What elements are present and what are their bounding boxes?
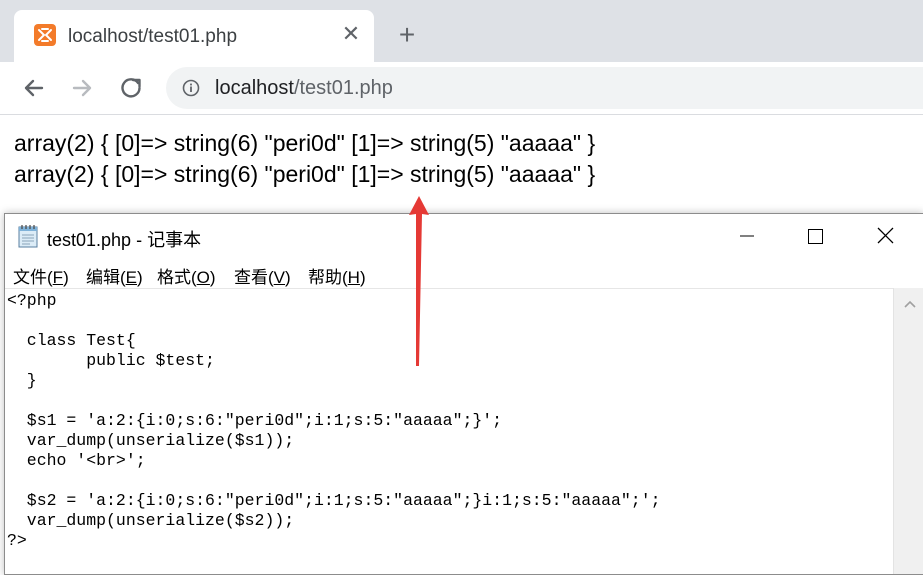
forward-arrow-icon[interactable] xyxy=(68,74,96,102)
close-tab-icon[interactable]: ✕ xyxy=(340,23,362,45)
notepad-text-area[interactable]: <?php class Test{ public $test; } $s1 = … xyxy=(5,288,893,575)
menu-help-label: 帮助( xyxy=(308,268,348,287)
menu-format[interactable]: 格式(O) xyxy=(157,263,216,288)
menu-format-label: 格式( xyxy=(157,268,197,287)
notepad-titlebar[interactable]: test01.php - 记事本 xyxy=(5,214,923,258)
code-line: echo '<br>'; xyxy=(7,451,146,470)
close-icon[interactable] xyxy=(870,222,900,250)
minimize-icon[interactable] xyxy=(732,222,762,250)
xampp-icon xyxy=(34,24,56,46)
code-line: public $test; xyxy=(7,351,215,370)
notepad-menubar: 文件(F) 编辑(E) 格式(O) 查看(V) 帮助(H) xyxy=(5,258,923,288)
menu-view-accel: V xyxy=(273,268,286,287)
menu-file-label: 文件( xyxy=(13,268,53,287)
url-text[interactable]: localhost/test01.php xyxy=(215,77,393,100)
notepad-title: test01.php - 记事本 xyxy=(47,230,202,250)
address-bar[interactable]: localhost/test01.php xyxy=(166,67,923,109)
code-line: $s1 = 'a:2:{i:0;s:6:"peri0d";i:1;s:5:"aa… xyxy=(7,411,503,430)
code-line: var_dump(unserialize($s2)); xyxy=(7,511,295,530)
menu-file-end: ) xyxy=(63,268,69,287)
back-arrow-icon[interactable] xyxy=(20,74,48,102)
browser-toolbar: localhost/test01.php xyxy=(0,62,923,115)
code-line: class Test{ xyxy=(7,331,136,350)
output-line: array(2) { [0]=> string(6) "peri0d" [1]=… xyxy=(14,130,596,156)
page-output: array(2) { [0]=> string(6) "peri0d" [1]=… xyxy=(14,128,595,190)
url-host: localhost xyxy=(215,77,294,99)
url-path: /test01.php xyxy=(293,77,393,99)
menu-help-end: ) xyxy=(359,268,366,287)
browser-tab-strip: localhost/test01.php ✕ + xyxy=(0,0,923,62)
maximize-icon[interactable] xyxy=(800,222,830,250)
code-line: <?php xyxy=(7,291,57,310)
scroll-up-arrow-icon[interactable] xyxy=(903,296,917,308)
notepad-window: test01.php - 记事本 文件(F) 编辑(E) 格式(O) 查看(V)… xyxy=(4,213,923,575)
reload-icon[interactable] xyxy=(117,74,145,102)
code-line: ?> xyxy=(7,531,27,550)
new-tab-button[interactable]: + xyxy=(394,21,420,49)
menu-file-accel: F xyxy=(52,268,64,287)
code-line: $s2 = 'a:2:{i:0;s:6:"peri0d";i:1;s:5:"aa… xyxy=(7,491,661,510)
menu-help-accel: H xyxy=(347,268,360,287)
menu-view-end: ) xyxy=(285,268,291,287)
browser-tab[interactable]: localhost/test01.php ✕ xyxy=(14,10,374,62)
menu-edit-end: ) xyxy=(137,268,143,287)
notepad-icon xyxy=(17,224,39,248)
tab-title: localhost/test01.php xyxy=(68,26,238,47)
vertical-scrollbar[interactable] xyxy=(893,288,923,574)
menu-help[interactable]: 帮助(H) xyxy=(308,263,366,288)
output-line: array(2) { [0]=> string(6) "peri0d" [1]=… xyxy=(14,161,596,187)
menu-edit[interactable]: 编辑(E) xyxy=(86,263,143,288)
code-line: } xyxy=(7,371,37,390)
menu-view-label: 查看( xyxy=(234,268,274,287)
menu-format-accel: O xyxy=(196,268,210,287)
menu-edit-label: 编辑( xyxy=(86,268,126,287)
menu-file[interactable]: 文件(F) xyxy=(13,263,69,288)
code-line: var_dump(unserialize($s1)); xyxy=(7,431,295,450)
info-icon[interactable] xyxy=(182,79,200,97)
menu-format-end: ) xyxy=(209,268,216,287)
menu-view[interactable]: 查看(V) xyxy=(234,263,291,288)
menu-edit-accel: E xyxy=(125,268,138,287)
